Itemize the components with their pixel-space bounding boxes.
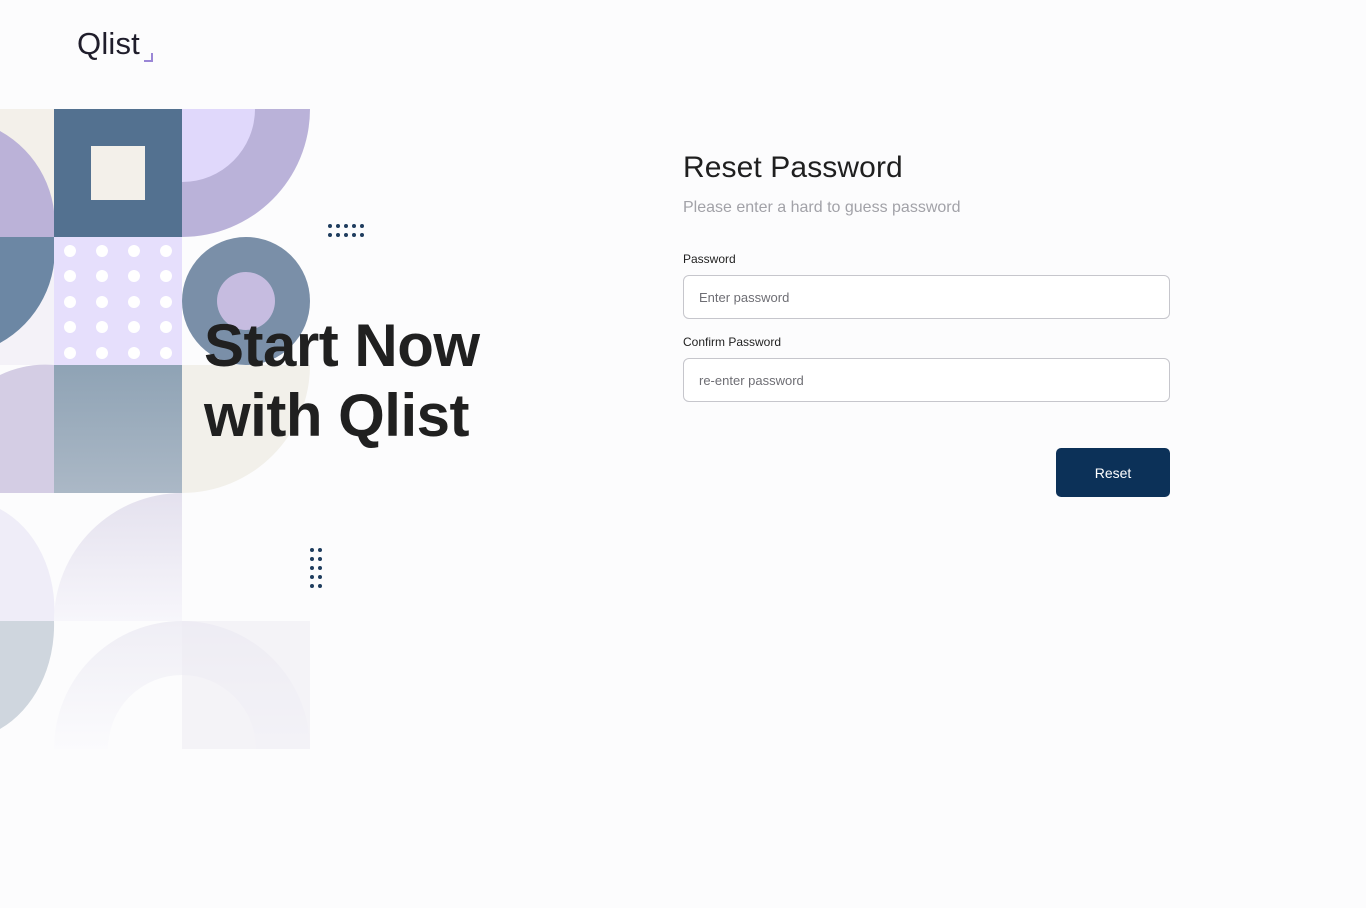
reset-password-form: Reset Password Please enter a hard to gu… [683, 150, 1170, 497]
confirm-password-input[interactable] [683, 358, 1170, 402]
form-subtitle: Please enter a hard to guess password [683, 199, 961, 216]
reset-button[interactable]: Reset [1056, 448, 1170, 497]
password-input[interactable] [683, 275, 1170, 319]
qlist-logo[interactable]: Qlist [77, 26, 167, 66]
reset-password-page: Qlist Start Now with Qlist Reset Passwor… [0, 0, 1366, 908]
logo-text: Qlist [77, 26, 140, 61]
hero-headline: Start Now with Qlist [204, 311, 480, 451]
hero-line-1: Start Now [204, 312, 480, 379]
hero-line-2: with Qlist [204, 382, 469, 449]
password-label: Password [683, 252, 736, 266]
confirm-password-label: Confirm Password [683, 335, 782, 349]
logo-corner-mark [144, 53, 153, 62]
form-title: Reset Password [683, 151, 903, 184]
